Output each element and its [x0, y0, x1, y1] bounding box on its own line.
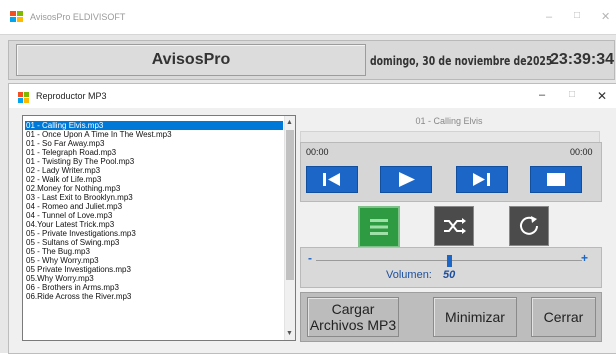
scroll-up-icon[interactable]: ▲	[286, 119, 293, 126]
date-label: domingo, 30 de noviembre de2025	[370, 54, 553, 68]
playlist-item[interactable]: 01 - Telegraph Road.mp3	[25, 148, 283, 157]
inner-minimize-button[interactable]: –	[539, 89, 545, 101]
playlist-item[interactable]: 01 - So Far Away.mp3	[25, 139, 283, 148]
next-button[interactable]	[456, 166, 508, 193]
play-button[interactable]	[380, 166, 432, 193]
playlist-item[interactable]: 01 - Calling Elvis.mp3	[25, 121, 283, 130]
shuffle-icon	[444, 218, 466, 234]
volume-value: 50	[443, 269, 456, 281]
playlist-item[interactable]: 02.Money for Nothing.mp3	[25, 184, 283, 193]
skip-next-icon	[473, 173, 490, 186]
volume-up-icon: +	[581, 251, 589, 265]
playlist-items: 01 - Calling Elvis.mp3 01 - Once Upon A T…	[25, 121, 283, 301]
volume-down-icon: -	[308, 251, 312, 265]
outer-maximize-button[interactable]: □	[574, 10, 580, 21]
scroll-down-icon[interactable]: ▼	[286, 330, 293, 337]
repeat-button[interactable]	[509, 206, 549, 246]
outer-minimize-button[interactable]: –	[546, 11, 552, 23]
playlist-item[interactable]: 04 - Romeo and Juliet.mp3	[25, 202, 283, 211]
outer-close-button[interactable]: ✕	[601, 10, 610, 23]
app-title-box: AvisosPro	[16, 44, 366, 76]
playlist-listbox[interactable]: 01 - Calling Elvis.mp3 01 - Once Upon A T…	[22, 115, 296, 341]
shuffle-button[interactable]	[434, 206, 474, 246]
stop-icon	[547, 173, 565, 186]
skip-previous-icon	[323, 173, 340, 186]
playlist-item[interactable]: 05 - Why Worry.mp3	[25, 256, 283, 265]
minimize-button[interactable]: Minimizar	[433, 297, 517, 337]
playlist-item[interactable]: 05 - Sultans of Swing.mp3	[25, 238, 283, 247]
inner-close-button[interactable]: ✕	[597, 89, 607, 103]
load-mp3-files-button[interactable]: Cargar Archivos MP3	[307, 297, 399, 337]
playlist-item[interactable]: 01 - Once Upon A Time In The West.mp3	[25, 130, 283, 139]
clock-label: 23:39:34	[550, 51, 615, 68]
playlist-item[interactable]: 04.Your Latest Trick.mp3	[25, 220, 283, 229]
playlist-item[interactable]: 05 - The Bug.mp3	[25, 247, 283, 256]
list-icon	[370, 219, 388, 235]
outer-window-title: AvisosPro ELDIVISOFT	[30, 12, 126, 22]
scrollbar-thumb[interactable]	[286, 130, 294, 280]
volume-panel	[300, 247, 602, 288]
stop-button[interactable]	[530, 166, 582, 193]
playlist-item[interactable]: 05 - Private Investigations.mp3	[25, 229, 283, 238]
play-icon	[399, 172, 415, 187]
inner-window-title: Reproductor MP3	[36, 91, 107, 101]
now-playing-title: 01 - Calling Elvis	[415, 116, 483, 126]
playlist-item[interactable]: 02 - Lady Writer.mp3	[25, 166, 283, 175]
playlist-item[interactable]: 02 - Walk of Life.mp3	[25, 175, 283, 184]
playlist-scrollbar[interactable]: ▲ ▼	[284, 116, 295, 340]
playlist-item[interactable]: 04 - Tunnel of Love.mp3	[25, 211, 283, 220]
playlist-item[interactable]: 06.Ride Across the River.mp3	[25, 292, 283, 301]
volume-slider-thumb[interactable]	[447, 255, 452, 267]
playlist-toggle-button[interactable]	[358, 206, 400, 248]
app-icon	[10, 10, 24, 22]
playlist-item[interactable]: 05 Private Investigations.mp3	[25, 265, 283, 274]
time-elapsed: 00:00	[306, 147, 329, 157]
playlist-item[interactable]: 03 - Last Exit to Brooklyn.mp3	[25, 193, 283, 202]
playlist-item[interactable]: 01 - Twisting By The Pool.mp3	[25, 157, 283, 166]
previous-button[interactable]	[306, 166, 358, 193]
playlist-item[interactable]: 05.Why Worry.mp3	[25, 274, 283, 283]
close-button[interactable]: Cerrar	[531, 297, 596, 337]
time-total: 00:00	[570, 147, 593, 157]
player-app-icon	[18, 90, 30, 103]
inner-maximize-button[interactable]: □	[569, 89, 575, 100]
app-title: AvisosPro	[151, 51, 231, 68]
repeat-icon	[520, 216, 538, 235]
volume-label: Volumen:	[386, 269, 432, 281]
playlist-item[interactable]: 06 - Brothers in Arms.mp3	[25, 283, 283, 292]
